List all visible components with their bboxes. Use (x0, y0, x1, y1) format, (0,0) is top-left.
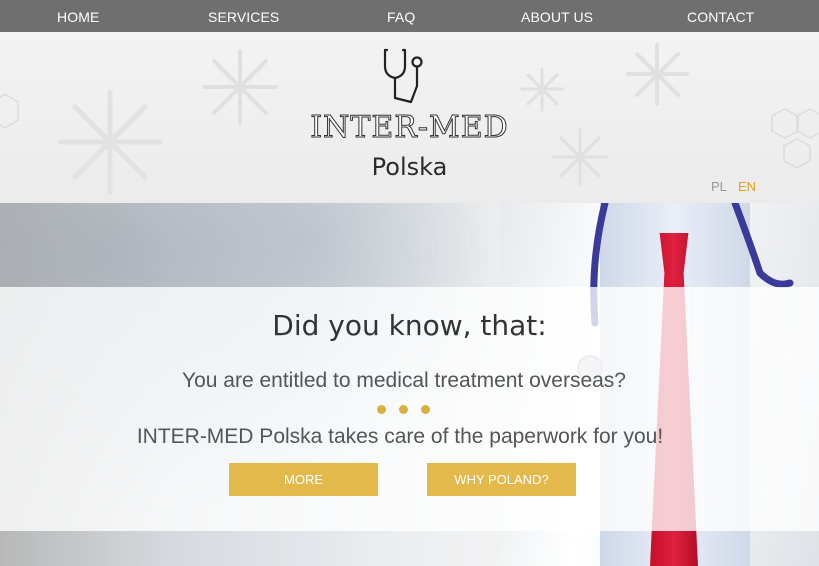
brand-subtitle: Polska (371, 153, 448, 181)
snowflake-decoration-icon (626, 43, 689, 106)
snowflake-decoration-icon (520, 67, 565, 112)
dot-icon (399, 405, 408, 414)
nav-contact[interactable]: CONTACT (687, 0, 754, 32)
overlay-statement: INTER-MED Polska takes care of the paper… (136, 425, 664, 448)
nav-about-us[interactable]: ABOUT US (521, 0, 593, 32)
top-navigation: HOME SERVICES FAQ ABOUT US CONTACT (0, 0, 819, 32)
why-poland-button[interactable]: WHY POLAND? (427, 463, 576, 496)
site-header: INTER-MED Polska PL EN (0, 32, 819, 203)
nav-services[interactable]: SERVICES (208, 0, 279, 32)
stethoscope-icon (383, 48, 423, 104)
dot-icon (421, 405, 430, 414)
language-pl[interactable]: PL (711, 179, 727, 194)
overlay-heading: Did you know, that: (272, 309, 547, 342)
language-en[interactable]: EN (738, 179, 756, 194)
overlay-question: You are entitled to medical treatment ov… (182, 369, 626, 392)
dot-icon (377, 405, 386, 414)
more-button[interactable]: MORE (229, 463, 378, 496)
info-overlay: Did you know, that: You are entitled to … (0, 287, 819, 531)
dots-divider (377, 405, 430, 414)
hero-banner: Did you know, that: You are entitled to … (0, 203, 819, 566)
nav-faq[interactable]: FAQ (387, 0, 415, 32)
nav-home[interactable]: HOME (57, 0, 99, 32)
brand-title: INTER-MED (310, 110, 509, 146)
